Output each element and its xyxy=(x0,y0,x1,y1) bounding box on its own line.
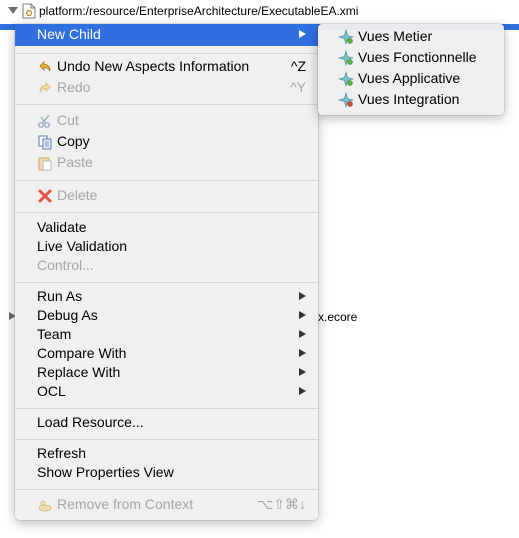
menu-separator xyxy=(15,212,318,213)
menu-item-label: Live Validation xyxy=(37,238,128,254)
menu-item-label: Run As xyxy=(37,288,83,304)
menu-item-control[interactable]: Control... xyxy=(15,256,318,275)
tree-root-row[interactable]: platform:/resource/EnterpriseArchitectur… xyxy=(0,0,519,24)
menu-item-label: New Child xyxy=(37,26,101,42)
submenu-item-vues-fonctionnelle[interactable]: Vues Fonctionnelle xyxy=(318,47,504,68)
menu-item-load-resource[interactable]: Load Resource... xyxy=(15,413,318,432)
copy-icon xyxy=(38,135,52,150)
menu-item-run-as[interactable]: Run As xyxy=(15,287,318,306)
menu-item-validate[interactable]: Validate xyxy=(15,218,318,237)
submenu-arrow-icon xyxy=(299,387,306,395)
new-child-icon xyxy=(338,50,354,66)
new-child-icon xyxy=(338,29,354,45)
menu-separator xyxy=(15,408,318,409)
menu-item-label: Cut xyxy=(57,112,79,128)
tree-second-item-label: x.ecore xyxy=(318,310,358,324)
menu-item-label: OCL xyxy=(37,383,66,399)
menu-item-label: Load Resource... xyxy=(37,414,144,430)
submenu-arrow-icon xyxy=(299,349,306,357)
menu-item-label: Compare With xyxy=(37,345,127,361)
submenu-arrow-icon xyxy=(299,30,306,38)
submenu-item-label: Vues Integration xyxy=(358,91,460,107)
menu-separator xyxy=(15,180,318,181)
scissors-icon xyxy=(38,114,50,128)
menu-item-new-child[interactable]: New Child xyxy=(15,24,318,46)
menu-item-label: Remove from Context xyxy=(57,496,194,512)
remove-context-icon xyxy=(38,500,52,512)
menu-item-paste[interactable]: Paste xyxy=(15,153,318,172)
menu-item-label: Refresh xyxy=(37,445,87,461)
shortcut-text: ^Z xyxy=(290,58,306,74)
new-child-icon-red xyxy=(338,92,354,108)
menu-item-label: Paste xyxy=(57,154,93,170)
shortcut-text: ^Y xyxy=(290,79,306,95)
submenu-item-label: Vues Metier xyxy=(358,28,433,44)
menu-item-delete[interactable]: Delete xyxy=(15,186,318,205)
submenu-arrow-icon xyxy=(299,292,306,300)
menu-item-label: Control... xyxy=(37,257,94,273)
expand-triangle-icon[interactable] xyxy=(8,5,18,15)
menu-item-label: Debug As xyxy=(37,307,98,323)
xmi-file-icon xyxy=(22,3,36,19)
menu-item-team[interactable]: Team xyxy=(15,325,318,344)
menu-separator xyxy=(15,439,318,440)
menu-item-label: Redo xyxy=(57,79,91,95)
menu-item-remove-from-context[interactable]: Remove from Context ⌥⇧⌘↓ xyxy=(15,495,318,514)
menu-item-label: Show Properties View xyxy=(37,464,174,480)
undo-icon xyxy=(39,61,51,72)
menu-item-compare-with[interactable]: Compare With xyxy=(15,344,318,363)
submenu-item-label: Vues Applicative xyxy=(358,70,461,86)
menu-item-label: Team xyxy=(37,326,72,342)
new-child-submenu: Vues Metier Vues Fonctionnelle Vues Appl… xyxy=(318,24,504,115)
shortcut-text: ⌥⇧⌘↓ xyxy=(257,496,306,512)
submenu-arrow-icon xyxy=(299,311,306,319)
menu-item-label: Validate xyxy=(37,219,87,235)
menu-separator xyxy=(15,489,318,490)
submenu-item-vues-metier[interactable]: Vues Metier xyxy=(318,26,504,47)
menu-item-replace-with[interactable]: Replace With xyxy=(15,363,318,382)
menu-item-label: Replace With xyxy=(37,364,121,380)
menu-item-label: Copy xyxy=(57,133,90,149)
menu-item-cut[interactable]: Cut xyxy=(15,111,318,130)
menu-separator xyxy=(15,282,318,283)
menu-item-refresh[interactable]: Refresh xyxy=(15,444,318,463)
menu-item-show-properties-view[interactable]: Show Properties View xyxy=(15,463,318,482)
menu-item-copy[interactable]: Copy xyxy=(15,132,318,151)
menu-item-undo[interactable]: Undo New Aspects Information ^Z xyxy=(15,57,318,76)
submenu-arrow-icon xyxy=(299,368,306,376)
menu-item-live-validation[interactable]: Live Validation xyxy=(15,237,318,256)
context-menu: New Child Undo New Aspects Information ^… xyxy=(15,24,318,520)
menu-item-debug-as[interactable]: Debug As xyxy=(15,306,318,325)
menu-separator xyxy=(15,53,318,54)
submenu-arrow-icon xyxy=(299,330,306,338)
new-child-icon xyxy=(338,71,354,87)
menu-item-redo[interactable]: Redo ^Y xyxy=(15,78,318,97)
redo-icon xyxy=(39,82,51,93)
menu-separator xyxy=(15,104,318,105)
submenu-item-label: Vues Fonctionnelle xyxy=(358,49,477,65)
tree-root-path: platform:/resource/EnterpriseArchitectur… xyxy=(39,4,359,18)
submenu-item-vues-applicative[interactable]: Vues Applicative xyxy=(318,68,504,89)
menu-item-ocl[interactable]: OCL xyxy=(15,382,318,401)
submenu-item-vues-integration[interactable]: Vues Integration xyxy=(318,89,504,110)
menu-item-label: Delete xyxy=(57,187,98,203)
delete-x-icon xyxy=(38,189,52,203)
paste-icon xyxy=(38,157,52,171)
menu-item-label: Undo New Aspects Information xyxy=(57,58,250,74)
